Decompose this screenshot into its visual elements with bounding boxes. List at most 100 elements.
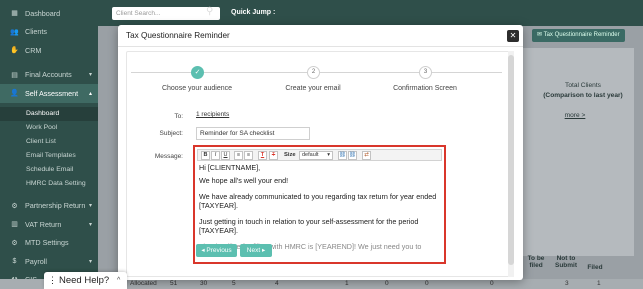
sidebar-item-vat-return[interactable]: ▥ VAT Return ▾ <box>0 215 98 234</box>
message-line: We hope all's well your end! <box>199 176 289 185</box>
unlink-icon[interactable]: ⛓ <box>348 151 357 160</box>
table-cell: 0 <box>385 280 389 287</box>
col-not-submit: Not to Submit <box>551 255 581 269</box>
sidebar-item-label: CRM <box>25 45 42 55</box>
step-line <box>131 72 196 73</box>
sidebar-item-clients[interactable]: 👥 Clients <box>0 23 98 42</box>
tax-questionnaire-modal: Tax Questionnaire Reminder ✕ ✓ 2 3 Choos… <box>118 25 523 280</box>
text-color-button[interactable]: T <box>258 151 267 160</box>
chevron-down-icon: ▾ <box>88 258 92 265</box>
table-cell: 0 <box>490 280 494 287</box>
step-1-label: Choose your audience <box>161 85 233 92</box>
total-clients-card <box>522 48 634 256</box>
need-help-tab[interactable]: ⋮ Need Help? ^ <box>44 272 127 289</box>
sidebar-item-payroll[interactable]: $ Payroll ▾ <box>0 252 98 271</box>
more-link[interactable]: more > <box>560 112 590 119</box>
table-cell: 4 <box>275 280 279 287</box>
row-label: Allocated <box>130 280 157 287</box>
modal-divider <box>118 46 523 47</box>
bold-button[interactable]: B <box>201 151 210 160</box>
table-cell: 0 <box>425 280 429 287</box>
step-1-check-icon: ✓ <box>191 66 204 79</box>
search-icon[interactable]: ⚲ <box>206 6 213 17</box>
chevron-down-icon: ▾ <box>88 221 92 228</box>
dashboard-icon: ▦ <box>11 10 18 18</box>
col-to-be-filed: To be filed <box>524 255 548 269</box>
subject-field[interactable]: Reminder for SA checklist <box>196 127 310 140</box>
step-3-circle: 3 <box>419 66 432 79</box>
col-to-be-filed-line1: To be <box>527 255 545 262</box>
close-icon[interactable]: ✕ <box>507 30 519 42</box>
table-cell: 1 <box>597 280 601 287</box>
size-label: Size <box>284 152 296 158</box>
sidebar-item-final-accounts[interactable]: ▤ Final Accounts ▾ <box>0 66 98 85</box>
source-icon[interactable]: ⇄ <box>362 151 371 160</box>
subject-label: Subject: <box>159 130 184 137</box>
sidebar-item-label: MTD Settings <box>25 238 69 248</box>
sidebar: ▦ Dashboard 👥 Clients ✋ CRM ▤ Final Accounts… <box>0 0 98 289</box>
ordered-list-button[interactable]: ≡ <box>244 151 253 160</box>
chevron-down-icon: ▾ <box>88 72 92 79</box>
sidebar-subitem-dashboard[interactable]: Dashboard <box>0 106 98 121</box>
modal-title: Tax Questionnaire Reminder <box>126 31 230 40</box>
table-cell: 30 <box>200 280 208 287</box>
sidebar-item-label: Final Accounts <box>25 70 72 80</box>
payroll-icon: $ <box>12 257 17 265</box>
clear-format-button[interactable]: T <box>269 151 278 160</box>
sidebar-item-label: Clients <box>25 27 47 37</box>
sidebar-item-mtd-settings[interactable]: ⚙ MTD Settings <box>0 234 98 253</box>
link-icon[interactable]: ⛓ <box>338 151 347 160</box>
underline-button[interactable]: U <box>221 151 230 160</box>
sidebar-subitem-hmrc-data-setting[interactable]: HMRC Data Setting <box>0 177 98 191</box>
next-button[interactable]: Next ▸ <box>240 244 272 257</box>
table-cell: 5 <box>232 280 236 287</box>
sidebar-subitem-work-pool[interactable]: Work Pool <box>0 121 98 135</box>
unordered-list-button[interactable]: ≡ <box>234 151 243 160</box>
comparison-label: (Comparison to last year) <box>543 92 623 99</box>
message-line: Just getting in touch in relation to you… <box>199 217 419 235</box>
col-to-be-filed-line2: filed <box>529 262 543 269</box>
scrollbar-thumb[interactable] <box>508 55 514 265</box>
italic-button[interactable]: I <box>211 151 220 160</box>
editor-toolbar: B I U ≡ ≡ T T Size default ▾ ⛓ ⛓ ⇄ <box>197 149 442 161</box>
person-icon: 👤 <box>10 90 19 98</box>
sidebar-item-self-assessment[interactable]: 👤 Self Assessment ▴ <box>0 84 98 103</box>
chevron-up-icon: ▴ <box>88 90 92 97</box>
col-not-submit-line2: Submit <box>554 262 578 269</box>
quick-jump-label[interactable]: Quick Jump : <box>231 9 275 16</box>
sidebar-subitem-client-list[interactable]: Client List <box>0 135 98 149</box>
handshake-icon: ✋ <box>10 47 19 55</box>
sidebar-subitem-schedule-email[interactable]: Schedule Email <box>0 163 98 177</box>
to-label: To: <box>174 113 183 120</box>
col-not-submit-line1: Not to <box>556 255 576 262</box>
top-bar: Client Search... ⚲ Quick Jump : <box>98 0 643 26</box>
users-icon: 👥 <box>10 28 19 36</box>
tax-questionnaire-reminder-button[interactable]: ✉ Tax Questionnaire Reminder <box>532 29 625 42</box>
size-select-value: default <box>302 152 319 158</box>
sidebar-item-partnership-return[interactable]: ⚙ Partnership Return ▾ <box>0 197 98 216</box>
chevron-up-icon[interactable]: ^ <box>117 272 120 289</box>
sidebar-item-crm[interactable]: ✋ CRM <box>0 41 98 60</box>
table-cell: 3 <box>565 280 569 287</box>
partnership-icon: ⚙ <box>11 202 18 210</box>
table-cell: 1 <box>345 280 349 287</box>
client-search-input[interactable]: Client Search... <box>112 7 220 20</box>
message-label: Message: <box>154 153 183 160</box>
vat-icon: ▥ <box>11 221 18 229</box>
folder-icon: ▤ <box>11 71 18 79</box>
sidebar-subitem-email-templates[interactable]: Email Templates <box>0 149 98 163</box>
message-line: Hi [CLIENTNAME], <box>199 163 261 172</box>
col-filed: Filed <box>587 264 603 271</box>
sidebar-item-label: VAT Return <box>25 219 62 229</box>
step-line <box>203 72 307 73</box>
need-help-label: Need Help? <box>59 275 110 286</box>
recipients-link[interactable]: 1 recipients <box>196 111 229 118</box>
sidebar-item-dashboard[interactable]: ▦ Dashboard <box>0 4 98 23</box>
message-line: We have already communicated to you rega… <box>199 192 437 210</box>
chevron-down-icon: ▾ <box>88 203 92 210</box>
sidebar-item-label: Partnership Return <box>25 201 86 211</box>
step-line <box>432 72 502 73</box>
sidebar-item-label: Dashboard <box>25 8 61 18</box>
previous-button[interactable]: ◂ Previous <box>196 244 237 257</box>
size-select[interactable]: default ▾ <box>299 151 333 160</box>
